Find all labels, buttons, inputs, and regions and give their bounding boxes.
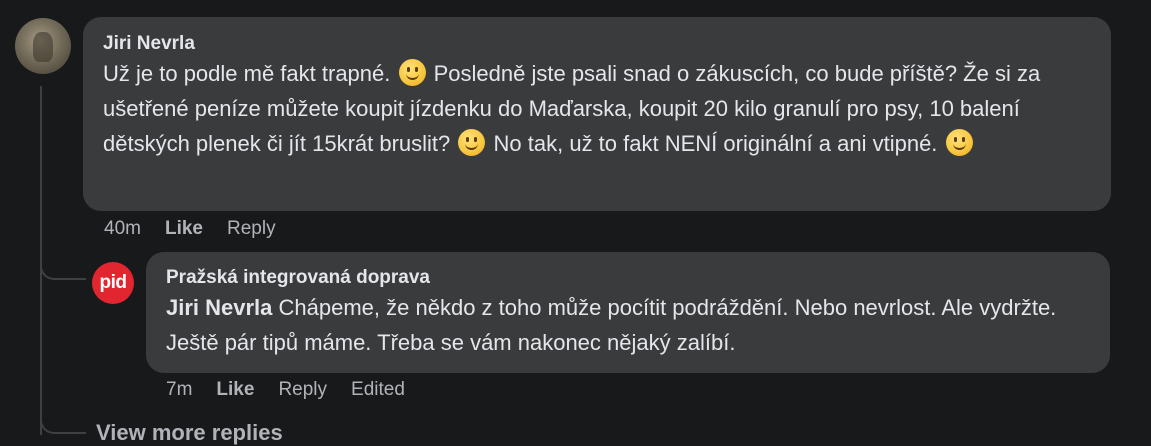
avatar-logo-text: pid xyxy=(99,272,128,293)
comment-author[interactable]: Jiri Nevrla xyxy=(103,32,1091,56)
comment-text-part: Už je to podle mě fakt trapné. xyxy=(103,61,391,86)
reply-bubble: Pražská integrovaná doprava Jiri Nevrla … xyxy=(146,252,1110,373)
avatar[interactable]: pid xyxy=(92,262,134,304)
like-button[interactable]: Like xyxy=(165,218,203,240)
slightly-smiling-face-icon xyxy=(398,59,426,86)
thread-connector-reply xyxy=(40,258,86,280)
comment-timestamp[interactable]: 40m xyxy=(104,218,141,240)
view-more-replies-link[interactable]: View more replies xyxy=(96,420,283,446)
comment-actions: 40m Like Reply xyxy=(104,218,300,240)
thread-connector-more xyxy=(40,412,86,434)
reply-author[interactable]: Pražská integrovaná doprava xyxy=(166,266,1090,290)
reply-text-body: Chápeme, že někdo z toho může pocítit po… xyxy=(166,295,1057,355)
reply-button[interactable]: Reply xyxy=(227,218,276,240)
comment-bubble: Jiri Nevrla Už je to podle mě fakt trapn… xyxy=(83,17,1111,211)
edited-label[interactable]: Edited xyxy=(351,379,405,401)
mention-link[interactable]: Jiri Nevrla xyxy=(166,295,272,320)
slightly-smiling-face-icon xyxy=(458,129,486,156)
reply-button[interactable]: Reply xyxy=(278,379,327,401)
comment-text-part: No tak, už to fakt NENÍ originální a ani… xyxy=(493,131,938,156)
avatar[interactable] xyxy=(15,18,71,74)
reply-timestamp[interactable]: 7m xyxy=(166,379,192,401)
reply-text: Jiri Nevrla Chápeme, že někdo z toho můž… xyxy=(166,290,1090,360)
like-button[interactable]: Like xyxy=(216,379,254,401)
comment-text: Už je to podle mě fakt trapné. Posledně … xyxy=(103,56,1091,161)
reply-actions: 7m Like Reply Edited xyxy=(166,379,429,401)
slightly-smiling-face-icon xyxy=(945,129,973,156)
